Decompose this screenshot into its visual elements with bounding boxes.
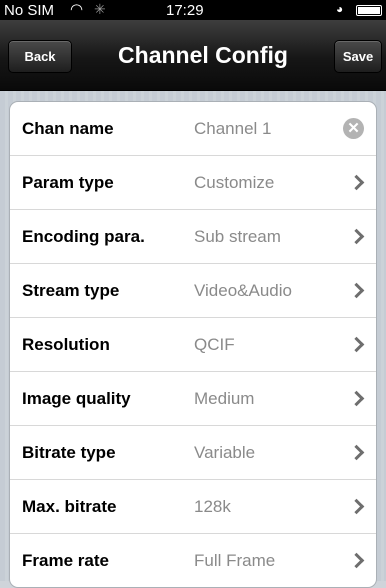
- save-button[interactable]: Save: [334, 40, 382, 73]
- back-button[interactable]: Back: [8, 40, 72, 73]
- row-label: Bitrate type: [22, 442, 116, 462]
- activity-spinner-icon: ✳: [94, 1, 106, 17]
- row-param-type[interactable]: Param type Customize: [10, 156, 376, 210]
- chevron-right-icon: [348, 390, 365, 407]
- wifi-icon: ◠: [70, 1, 84, 18]
- row-label: Image quality: [22, 388, 131, 408]
- row-max-bitrate[interactable]: Max. bitrate 128k: [10, 480, 376, 534]
- row-value: Full Frame: [194, 550, 276, 570]
- status-time: 17:29: [166, 2, 204, 19]
- row-value: Video&Audio: [194, 280, 292, 300]
- row-label: Stream type: [22, 280, 120, 300]
- row-chan-name[interactable]: Chan name Channel 1 ✕: [10, 102, 376, 156]
- navigation-bar: Back Channel Config Save: [0, 20, 386, 91]
- row-label: Max. bitrate: [22, 496, 117, 516]
- settings-content: Chan name Channel 1 ✕ Param type Customi…: [0, 91, 386, 588]
- chevron-right-icon: [348, 228, 365, 245]
- chevron-right-icon: [348, 174, 365, 191]
- row-resolution[interactable]: Resolution QCIF: [10, 318, 376, 372]
- chevron-right-icon: [348, 552, 365, 569]
- clear-icon[interactable]: ✕: [343, 118, 364, 139]
- clock-icon: ◕: [336, 2, 344, 16]
- chevron-right-icon: [348, 444, 365, 461]
- row-bitrate-type[interactable]: Bitrate type Variable: [10, 426, 376, 480]
- row-label: Resolution: [22, 334, 110, 354]
- row-value: Variable: [194, 442, 256, 462]
- chevron-right-icon: [348, 282, 365, 299]
- carrier-label: No SIM: [4, 2, 55, 19]
- page-title: Channel Config: [118, 42, 288, 68]
- chevron-right-icon: [348, 336, 365, 353]
- row-image-quality[interactable]: Image quality Medium: [10, 372, 376, 426]
- row-value: 128k: [194, 496, 231, 516]
- row-encoding-para[interactable]: Encoding para. Sub stream: [10, 210, 376, 264]
- row-label: Chan name: [22, 118, 114, 138]
- row-label: Encoding para.: [22, 226, 145, 246]
- row-label: Frame rate: [22, 550, 109, 570]
- row-frame-rate[interactable]: Frame rate Full Frame: [10, 534, 376, 587]
- chan-name-field[interactable]: Channel 1: [194, 119, 272, 139]
- row-value: QCIF: [194, 334, 235, 354]
- chevron-right-icon: [348, 498, 365, 515]
- row-label: Param type: [22, 172, 114, 192]
- row-stream-type[interactable]: Stream type Video&Audio: [10, 264, 376, 318]
- row-value: Medium: [194, 388, 255, 408]
- row-value: Sub stream: [194, 226, 281, 246]
- status-bar: No SIM ◠ ✳ 17:29 ◕: [0, 0, 386, 20]
- row-value: Customize: [194, 172, 275, 192]
- settings-group: Chan name Channel 1 ✕ Param type Customi…: [9, 101, 377, 588]
- battery-icon: [356, 5, 382, 16]
